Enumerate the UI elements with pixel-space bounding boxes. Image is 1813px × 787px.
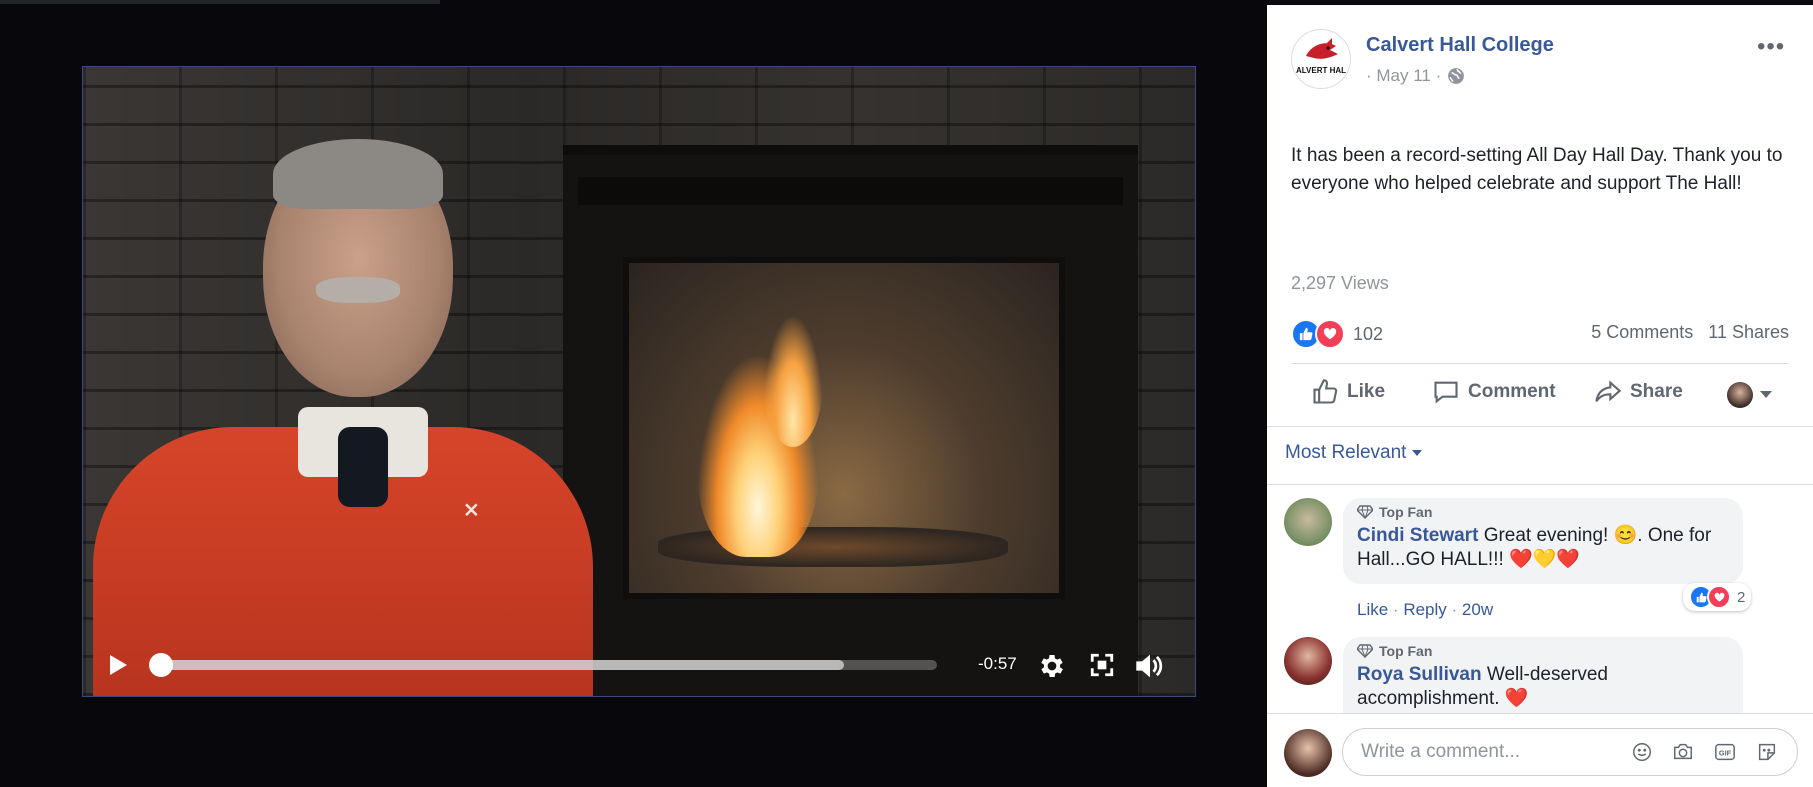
speaker-tie — [338, 427, 388, 507]
share-arrow-icon — [1595, 380, 1622, 402]
fullscreen-icon — [1090, 653, 1114, 677]
top-fan-badge: Top Fan — [1357, 504, 1729, 520]
comment-button-label: Comment — [1468, 381, 1556, 402]
page-avatar-text: ALVERT HAL — [1295, 66, 1347, 75]
comment-like-link[interactable]: Like — [1357, 600, 1388, 619]
progress-scrubber[interactable] — [149, 653, 173, 677]
settings-button[interactable] — [1036, 650, 1068, 682]
speaker-mustache — [316, 277, 400, 303]
fireplace-embers — [658, 527, 1008, 567]
shares-count-link[interactable]: 11 Shares — [1708, 322, 1789, 342]
jacket-logo: ⨯ — [463, 499, 480, 521]
video-controls: -0:57 — [83, 636, 1195, 696]
divider — [1267, 484, 1813, 485]
progress-buffered — [161, 660, 844, 670]
comment-author-link[interactable]: Roya Sullivan — [1357, 664, 1482, 685]
fireplace-mantle — [578, 177, 1123, 205]
divider — [1291, 363, 1789, 364]
love-reaction-icon — [1707, 585, 1731, 609]
comment-actions: Like · Reply · 20w — [1357, 600, 1494, 619]
fire-flame-tip — [763, 317, 823, 447]
top-fan-badge: Top Fan — [1357, 643, 1729, 659]
acting-as-avatar[interactable] — [1727, 382, 1753, 408]
comment-avatar[interactable] — [1284, 637, 1332, 685]
comment-bubble: Top Fan Cindi Stewart Great evening! 😊. … — [1343, 498, 1743, 584]
share-button[interactable]: Share — [1594, 378, 1683, 406]
comment-avatar[interactable] — [1284, 498, 1332, 546]
comment-age-link[interactable]: 20w — [1462, 600, 1493, 619]
volume-button[interactable] — [1133, 650, 1167, 682]
comment-icon — [1434, 381, 1458, 404]
share-button-label: Share — [1630, 381, 1683, 402]
camera-icon — [1674, 743, 1692, 760]
comment-composer: GIF — [1267, 713, 1813, 787]
sticker-icon — [1758, 743, 1776, 761]
chevron-down-icon[interactable] — [1760, 391, 1772, 398]
view-count: 2,297 Views — [1291, 273, 1389, 293]
globe-icon — [1448, 68, 1465, 84]
fullscreen-button[interactable] — [1087, 650, 1117, 680]
comment-button[interactable]: Comment — [1432, 378, 1556, 406]
reaction-summary[interactable]: 102 — [1291, 319, 1383, 349]
progress-track[interactable] — [161, 660, 937, 670]
video-player[interactable]: ⨯ -0:57 — [82, 66, 1196, 697]
comments-count-link[interactable]: 5 Comments — [1591, 322, 1693, 342]
sticker-button[interactable] — [1755, 740, 1779, 764]
user-avatar[interactable] — [1284, 729, 1332, 777]
speaker-hair — [273, 139, 443, 209]
comment-text: Cindi Stewart Great evening! 😊. One for … — [1357, 524, 1729, 572]
reaction-count: 102 — [1353, 323, 1384, 344]
video-stage: ⨯ -0:57 — [0, 0, 1267, 787]
diamond-icon — [1357, 644, 1373, 658]
gif-button[interactable]: GIF — [1713, 740, 1737, 764]
comment-sort-label: Most Relevant — [1285, 442, 1407, 463]
smiley-icon — [1633, 743, 1651, 761]
post-date[interactable]: · May 11 · — [1366, 66, 1441, 86]
post-panel: ALVERT HAL Calvert Hall College · May 11… — [1267, 5, 1813, 787]
like-button[interactable]: Like — [1311, 378, 1385, 406]
svg-text:GIF: GIF — [1719, 749, 1732, 758]
diamond-icon — [1357, 505, 1373, 519]
post-meta: · May 11 · — [1366, 66, 1465, 86]
comment-input-box[interactable]: GIF — [1342, 728, 1798, 776]
emoji-button[interactable] — [1630, 740, 1654, 764]
cardinal-logo-icon — [1306, 38, 1338, 59]
thumbs-up-icon — [1313, 379, 1338, 404]
top-fan-label: Top Fan — [1379, 504, 1433, 520]
comment-input[interactable] — [1359, 729, 1613, 775]
gif-icon: GIF — [1715, 743, 1735, 761]
comment-sort-dropdown[interactable]: Most Relevant — [1285, 442, 1423, 464]
play-icon — [110, 655, 127, 675]
top-bar — [0, 0, 440, 4]
caret-down-icon — [1412, 450, 1423, 456]
more-options-icon[interactable]: ••• — [1757, 33, 1785, 61]
comment-author-link[interactable]: Cindi Stewart — [1357, 525, 1478, 546]
comment-reaction-count: 2 — [1737, 588, 1746, 606]
photo-button[interactable] — [1671, 740, 1695, 764]
page-name-link[interactable]: Calvert Hall College — [1366, 34, 1554, 57]
post-text: It has been a record-setting All Day Hal… — [1291, 145, 1783, 194]
like-button-label: Like — [1347, 381, 1386, 402]
page-avatar[interactable]: ALVERT HAL — [1291, 29, 1351, 89]
comments-shares-summary: 5 Comments 11 Shares — [1581, 322, 1789, 343]
gear-icon — [1041, 655, 1063, 677]
divider — [1267, 426, 1813, 427]
comment-reply-link[interactable]: Reply — [1403, 600, 1446, 619]
comment-reactions[interactable]: 2 — [1683, 583, 1752, 611]
love-reaction-icon — [1315, 319, 1345, 349]
comment-text: Roya Sullivan Well-deserved accomplishme… — [1357, 663, 1729, 711]
play-button[interactable] — [103, 650, 133, 680]
top-fan-label: Top Fan — [1379, 643, 1433, 659]
speaker-icon — [1136, 654, 1163, 678]
time-remaining: -0:57 — [978, 654, 1017, 673]
